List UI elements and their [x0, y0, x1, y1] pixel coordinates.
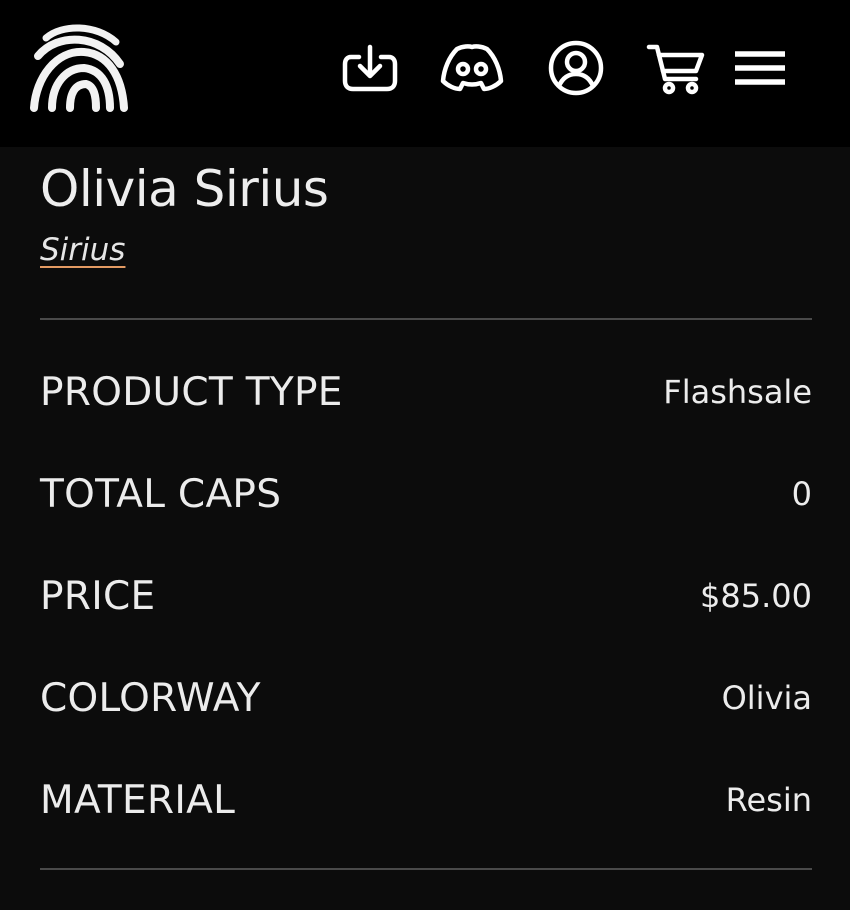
divider-top — [40, 318, 812, 320]
spec-value: Olivia — [721, 679, 812, 717]
spec-row-product-type: PRODUCT TYPE Flashsale — [40, 362, 812, 422]
spec-value: Flashsale — [663, 373, 812, 411]
spec-label: PRICE — [40, 573, 156, 619]
collection-link[interactable]: Sirius — [40, 232, 125, 268]
spec-row-material: MATERIAL Resin — [40, 770, 812, 830]
spec-label: PRODUCT TYPE — [40, 369, 343, 415]
download-icon[interactable] — [338, 36, 402, 100]
discord-icon[interactable] — [437, 36, 507, 100]
spec-value: $85.00 — [700, 577, 812, 615]
spec-label: COLORWAY — [40, 675, 261, 721]
divider-bottom — [40, 868, 812, 870]
spec-row-total-caps: TOTAL CAPS 0 — [40, 464, 812, 524]
menu-icon[interactable] — [728, 36, 792, 100]
fingerprint-logo-icon[interactable] — [30, 24, 128, 112]
spec-value: 0 — [791, 475, 812, 513]
product-title: Olivia Sirius — [40, 160, 329, 218]
top-header — [0, 0, 850, 147]
account-icon[interactable] — [544, 36, 608, 100]
spec-label: TOTAL CAPS — [40, 471, 282, 517]
cart-icon[interactable] — [644, 36, 708, 100]
spec-row-colorway: COLORWAY Olivia — [40, 668, 812, 728]
spec-row-price: PRICE $85.00 — [40, 566, 812, 626]
spec-value: Resin — [725, 781, 812, 819]
spec-label: MATERIAL — [40, 777, 236, 823]
